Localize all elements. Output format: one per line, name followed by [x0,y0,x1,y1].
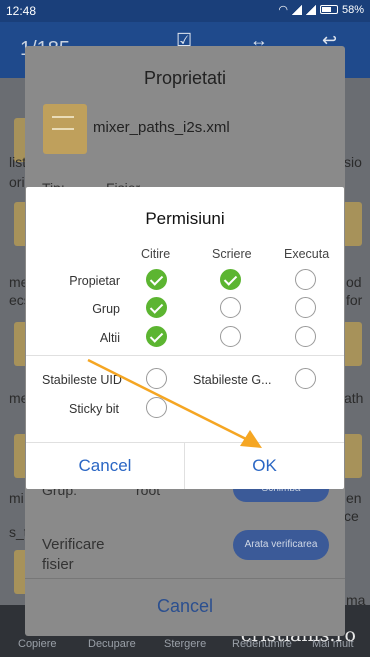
annotation-arrow [87,358,262,448]
arrow-shaft [87,358,249,442]
